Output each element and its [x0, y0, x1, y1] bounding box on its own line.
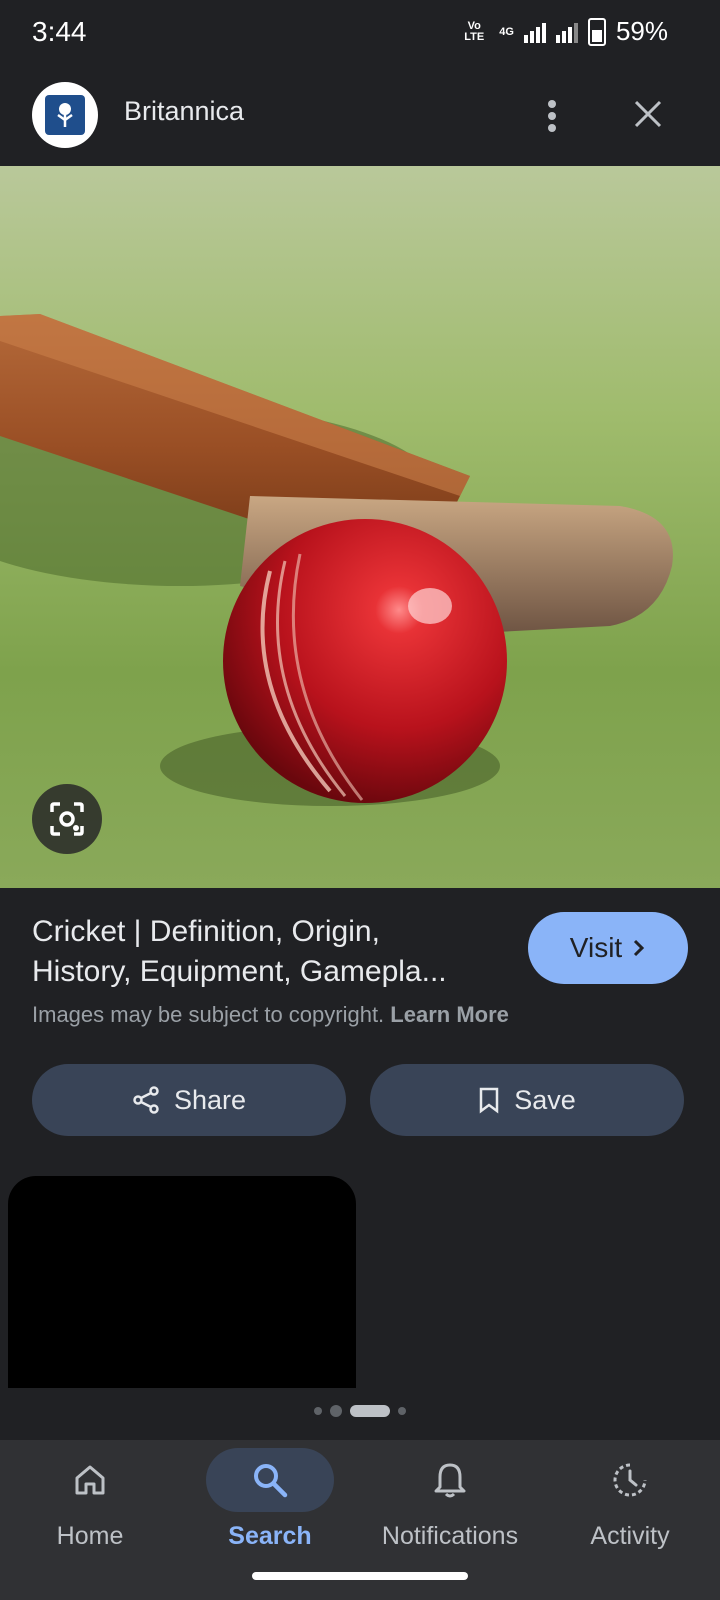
more-vert-icon[interactable]: [528, 92, 576, 140]
pagination-dots: [0, 1405, 720, 1417]
nav-notifications[interactable]: Notifications: [360, 1448, 540, 1558]
site-name[interactable]: Britannica: [124, 96, 244, 127]
signal-icon-2: [555, 21, 578, 43]
nav-activity[interactable]: Activity: [540, 1448, 720, 1558]
nav-home[interactable]: Home: [0, 1448, 180, 1558]
google-lens-icon[interactable]: [32, 784, 102, 854]
app-header: Britannica: [0, 66, 720, 166]
pagination-dot: [398, 1407, 406, 1415]
save-label: Save: [514, 1084, 576, 1115]
copyright-notice: Images may be subject to copyright. Lear…: [32, 1002, 509, 1027]
chevron-right-icon: [634, 939, 645, 957]
bell-icon: [434, 1463, 466, 1498]
close-icon[interactable]: [624, 90, 672, 138]
nav-notifications-label: Notifications: [381, 1522, 519, 1550]
visit-button[interactable]: Visit: [528, 912, 688, 984]
battery-icon: [587, 17, 606, 46]
learn-more-link[interactable]: Learn More: [390, 1002, 509, 1027]
pagination-dot: [330, 1405, 342, 1417]
gesture-navigation-bar[interactable]: [252, 1572, 468, 1580]
pagination-dot-active: [350, 1405, 390, 1417]
save-button[interactable]: Save: [370, 1064, 684, 1136]
related-image-thumbnail[interactable]: [8, 1176, 356, 1388]
result-image[interactable]: [0, 166, 720, 888]
nav-search[interactable]: Search: [180, 1448, 360, 1558]
site-logo[interactable]: [32, 82, 98, 148]
nav-home-label: Home: [56, 1522, 124, 1550]
battery-percent: 59%: [615, 16, 668, 46]
status-bar: 3:44 Vo LTE 4G 59%: [0, 0, 720, 66]
share-button[interactable]: Share: [32, 1064, 346, 1136]
bookmark-icon: [479, 1087, 499, 1114]
home-icon: [75, 1465, 105, 1495]
network-type: 4G: [499, 25, 514, 38]
search-icon: [254, 1464, 288, 1498]
visit-label: Visit: [569, 932, 623, 963]
result-title[interactable]: Cricket | Definition, Origin, History, E…: [32, 912, 492, 992]
nav-search-label: Search: [228, 1522, 312, 1550]
volte-icon: Vo LTE: [464, 19, 485, 43]
nav-activity-label: Activity: [590, 1522, 670, 1550]
status-time: 3:44: [32, 16, 87, 47]
status-icons: Vo LTE 4G 59%: [459, 16, 668, 47]
pagination-dot: [314, 1407, 322, 1415]
share-icon: [133, 1086, 159, 1114]
signal-icon: [523, 21, 546, 43]
britannica-thistle-icon: [45, 95, 85, 135]
activity-history-icon: [613, 1463, 647, 1497]
share-label: Share: [173, 1084, 247, 1115]
